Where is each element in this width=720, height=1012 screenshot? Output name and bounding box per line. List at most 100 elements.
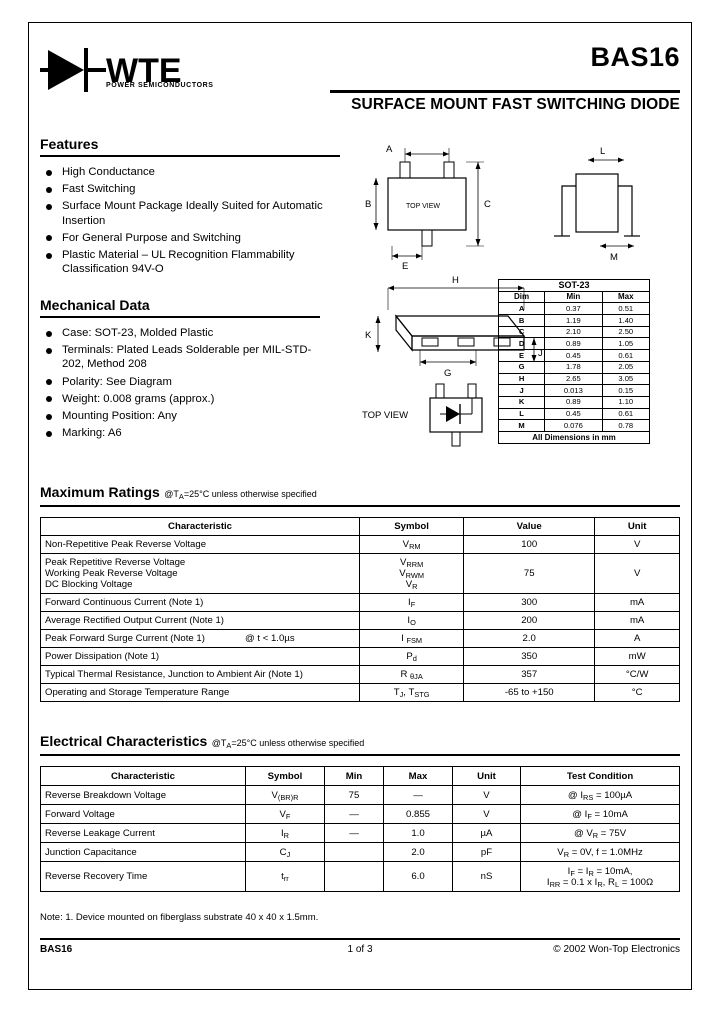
table-row: C 2.10 2.50 (497, 325, 650, 339)
cell-unit: °C (594, 683, 680, 702)
list-item: Fast Switching (40, 182, 340, 196)
cell-unit: pF (451, 842, 522, 862)
dim-cell: 0.15 (601, 384, 650, 397)
dim-cell: 3.05 (601, 372, 650, 386)
dim-cell: 2.05 (601, 360, 650, 374)
cell-unit: mA (594, 611, 680, 630)
dimension-table: SOT-23 Dim Min Max A 0.37 0.51 B 1.19 1.40 C… (497, 279, 650, 444)
cell-test-condition: @ IF = 10mA (520, 804, 680, 824)
cell-symbol: IF (359, 593, 465, 612)
electrical-condition: @TA=25°C unless otherwise specified (211, 738, 365, 750)
cell-test-condition: VR = 0V, f = 1.0MHz (520, 842, 680, 862)
characteristic-text: Peak Forward Surge Current (Note 1) (45, 633, 205, 644)
dim-cell: A (497, 302, 546, 316)
table-row: B 1.19 1.40 (497, 314, 650, 327)
cell-symbol: IR (245, 823, 325, 843)
table-row: H 2.65 3.05 (497, 372, 650, 386)
cell-unit: V (594, 535, 680, 554)
dim-cell: 1.05 (601, 337, 650, 351)
datasheet-page: WTE POWER SEMICONDUCTORS BAS16 SURFACE M… (0, 0, 720, 1012)
list-item: Plastic Material – UL Recognition Flamma… (40, 248, 340, 276)
table-row: Forward Continuous Current (Note 1) IF 3… (39, 593, 680, 612)
cell-unit: nS (451, 861, 522, 892)
cell-value: 100 (463, 535, 596, 554)
table-row: Reverse Recovery Time trr 6.0 nS IF = IR… (40, 861, 680, 892)
dim-cell: C (497, 325, 546, 339)
max-ratings-section: Maximum Ratings @TA=25°C unless otherwis… (40, 484, 680, 507)
cell-value: -65 to +150 (463, 683, 596, 702)
list-item: Weight: 0.008 grams (approx.) (40, 392, 320, 406)
electrical-table-wrap: Characteristic Symbol Min Max Unit Test … (40, 766, 680, 892)
cell-characteristic: Junction Capacitance (40, 842, 246, 862)
table-row: Reverse Leakage Current IR — 1.0 µA @ VR… (40, 823, 680, 843)
col-characteristic: Characteristic (40, 766, 246, 786)
cell-symbol: Pd (359, 647, 465, 666)
cell-symbol: I FSM (359, 629, 465, 648)
cell-max: 2.0 (383, 842, 453, 862)
col-unit: Unit (594, 517, 680, 536)
page-header: WTE POWER SEMICONDUCTORS BAS16 SURFACE M… (40, 34, 680, 120)
part-number: BAS16 (590, 42, 680, 72)
dim-cell: 0.37 (544, 302, 603, 316)
cell-symbol: VRRM VRWM VR (359, 553, 465, 594)
mechanical-underline (40, 316, 320, 318)
mechanical-title: Mechanical Data (40, 297, 150, 313)
col-max: Max (383, 766, 453, 786)
table-row: G 1.78 2.05 (497, 360, 650, 374)
mechanical-section: Mechanical Data Case: SOT-23, Molded Pla… (40, 297, 320, 443)
table-row: Junction Capacitance CJ 2.0 pF VR = 0V, … (40, 842, 680, 862)
cell-characteristic: Forward Voltage (40, 804, 246, 824)
footer-divider (40, 938, 680, 940)
cell-test-condition: @ IRS = 100µA (520, 785, 680, 805)
cell-symbol: R θJA (359, 665, 465, 684)
cell-value: 350 (463, 647, 596, 666)
table-row: Average Rectified Output Current (Note 1… (39, 611, 680, 630)
svg-text:B: B (365, 199, 371, 210)
table-row: E 0.45 0.61 (497, 349, 650, 362)
cell-unit: V (594, 553, 680, 594)
list-item: Surface Mount Package Ideally Suited for… (40, 199, 340, 227)
cell-min (323, 861, 385, 892)
dim-cell: 1.40 (601, 314, 650, 327)
cell-characteristic: Reverse Leakage Current (40, 823, 246, 843)
table-row: M 0.076 0.78 (497, 419, 650, 432)
cell-unit: V (451, 785, 522, 805)
dim-cell: 2.10 (544, 325, 603, 339)
cell-characteristic: Reverse Recovery Time (40, 861, 246, 892)
max-ratings-underline (40, 505, 680, 507)
dim-cell: 0.61 (601, 349, 650, 362)
dim-cell: 2.50 (601, 325, 650, 339)
cell-symbol: VF (245, 804, 325, 824)
logo-tagline: POWER SEMICONDUCTORS (106, 82, 214, 89)
cell-value: 200 (463, 611, 596, 630)
cell-min: — (323, 804, 385, 824)
dim-cell: 0.89 (544, 337, 603, 351)
list-item: Marking: A6 (40, 426, 320, 440)
table-header-row: Characteristic Symbol Value Unit (39, 517, 680, 536)
svg-text:A: A (386, 144, 393, 155)
table-row: D 0.89 1.05 (497, 337, 650, 351)
cell-unit: A (594, 629, 680, 648)
cell-unit: mW (594, 647, 680, 666)
dim-cell: 1.19 (544, 314, 603, 327)
cell-test-condition: IF = IR = 10mA, IRR = 0.1 x IR, RL = 100Ω (520, 861, 680, 892)
cell-characteristic: Peak Forward Surge Current (Note 1) @ t <… (39, 629, 361, 648)
cell-value: 75 (463, 553, 596, 594)
electrical-underline (40, 754, 680, 756)
dim-cell: D (497, 337, 546, 351)
cell-characteristic: Typical Thermal Resistance, Junction to … (39, 665, 361, 684)
dim-cell: 0.89 (544, 395, 603, 409)
dim-cell: E (497, 349, 546, 362)
col-test-condition: Test Condition (520, 766, 680, 786)
dim-table-footer: All Dimensions in mm (498, 430, 650, 444)
dim-cell: 0.076 (544, 419, 603, 432)
cell-characteristic: Reverse Breakdown Voltage (40, 785, 246, 805)
list-item: Polarity: See Diagram (40, 375, 320, 389)
cell-characteristic: Non-Repetitive Peak Reverse Voltage (39, 535, 361, 554)
dim-header-dim: Dim (497, 290, 546, 304)
table-row: Typical Thermal Resistance, Junction to … (39, 665, 680, 684)
table-row: A 0.37 0.51 (497, 302, 650, 316)
svg-text:K: K (365, 330, 372, 341)
col-unit: Unit (451, 766, 522, 786)
dim-cell: G (497, 360, 546, 374)
